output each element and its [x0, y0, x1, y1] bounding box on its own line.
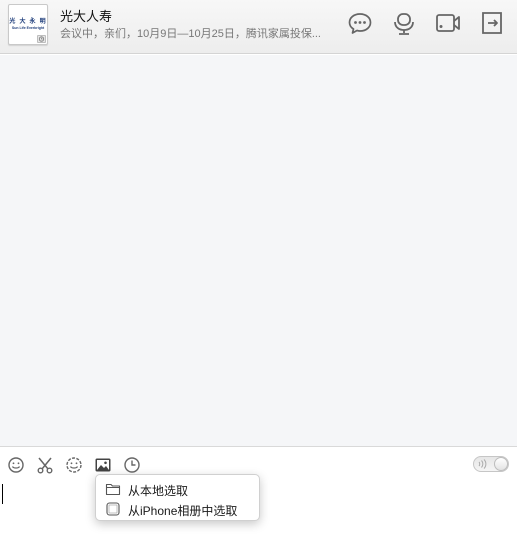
voice-call-icon[interactable]: [391, 10, 417, 36]
group-avatar[interactable]: 光 大 永 明 Sun Life Everbright: [8, 4, 48, 45]
history-clock-icon[interactable]: [123, 456, 141, 474]
chat-subtitle: 会议中，亲们，10月9日—10月25日，腾讯家属投保...: [60, 28, 321, 40]
menu-item-label: 从iPhone相册中选取: [128, 504, 238, 518]
folder-icon: [105, 481, 121, 497]
avatar-logo-cn: 光 大 永 明: [9, 18, 47, 25]
menu-item-label: 从本地选取: [128, 484, 189, 498]
magic-emoji-icon[interactable]: [65, 456, 83, 474]
clock-badge-icon: [37, 35, 46, 43]
image-icon[interactable]: [94, 456, 112, 474]
toggle-knob[interactable]: [494, 457, 508, 471]
image-source-menu: 从本地选取 从iPhone相册中选取: [95, 474, 260, 521]
menu-item-local-file[interactable]: 从本地选取: [96, 479, 261, 499]
message-area[interactable]: [0, 55, 517, 447]
exit-icon[interactable]: [479, 10, 505, 36]
text-cursor: [2, 484, 3, 504]
voice-mode-toggle[interactable]: [473, 456, 509, 472]
avatar-logo-en: Sun Life Everbright: [11, 26, 45, 30]
chat-header: 光 大 永 明 Sun Life Everbright 光大人寿 会议中，亲们，…: [0, 0, 517, 54]
video-call-icon[interactable]: [435, 10, 461, 36]
chat-title: 光大人寿: [60, 9, 113, 24]
chat-bubble-icon[interactable]: [347, 10, 373, 36]
iphone-icon: [105, 501, 121, 517]
menu-item-iphone-album[interactable]: 从iPhone相册中选取: [96, 499, 261, 519]
sound-wave-icon: [478, 459, 487, 469]
emoji-icon[interactable]: [7, 456, 25, 474]
screenshot-scissors-icon[interactable]: [36, 456, 54, 474]
